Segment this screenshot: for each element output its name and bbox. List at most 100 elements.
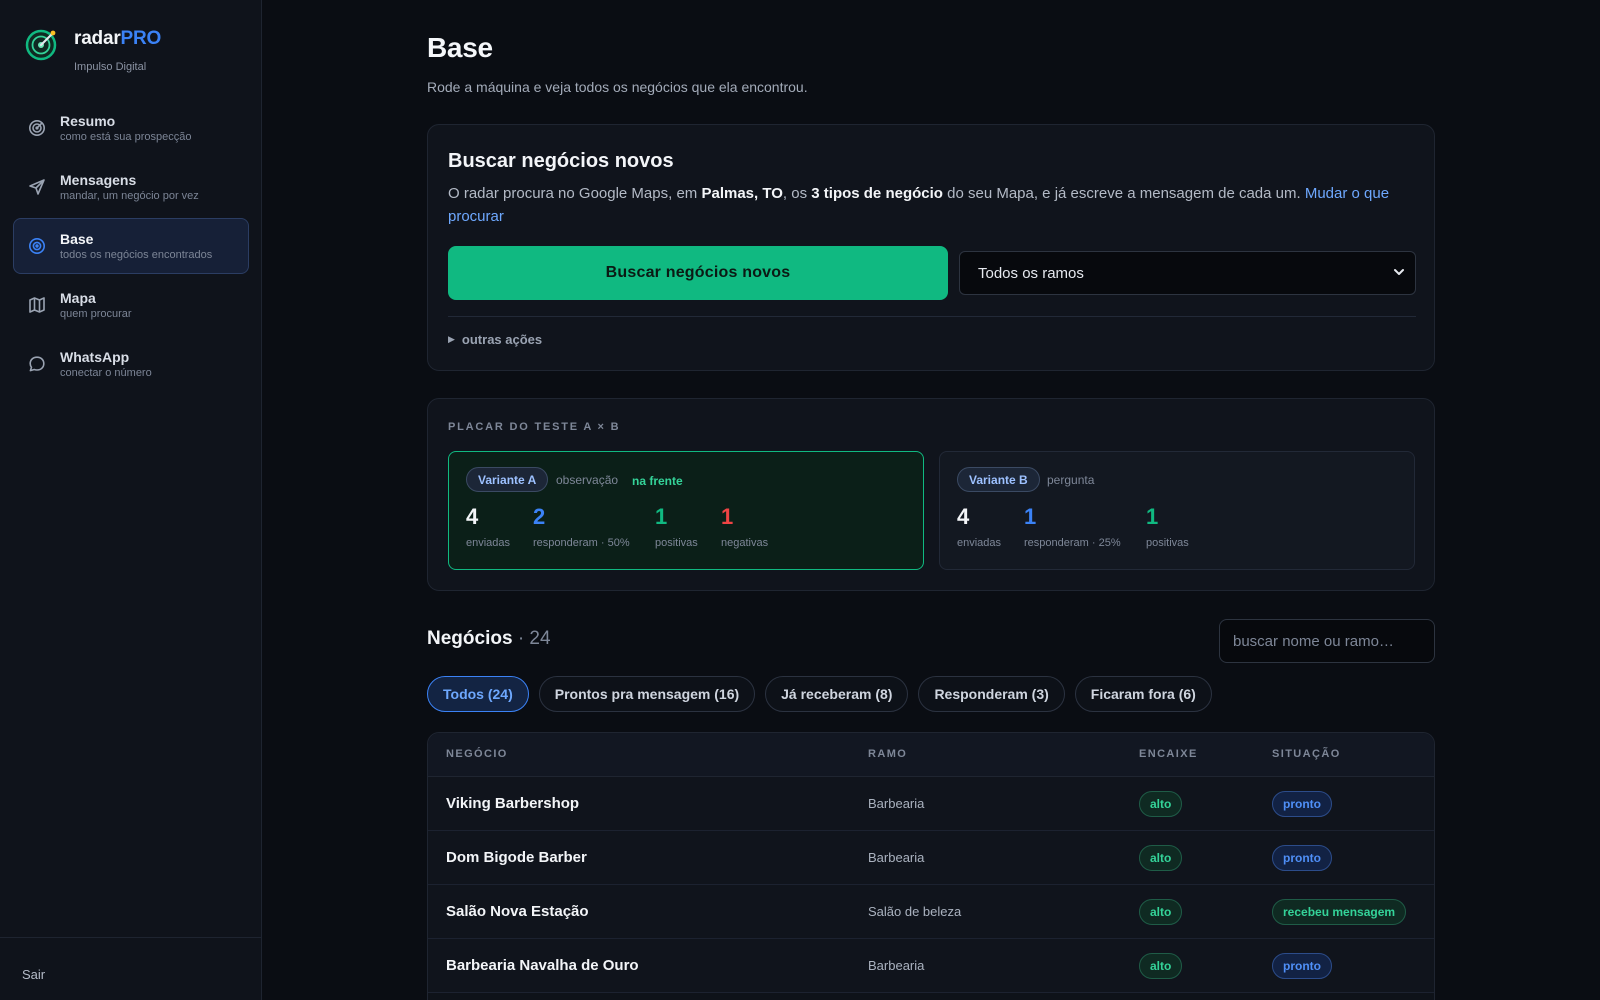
more-actions-label: outras ações <box>461 332 543 347</box>
sidebar-item-mensagens[interactable]: Mensagens mandar, um negócio por vez <box>13 159 249 215</box>
stat-negative: 1 negativas <box>721 504 768 549</box>
logout-link[interactable]: Sair <box>22 967 45 982</box>
sidebar-item-label: Resumo <box>60 113 116 129</box>
search-desc-part: , os <box>782 185 812 202</box>
brand-name-accent: PRO <box>120 28 162 49</box>
stat-replied: 1 responderam · 25% <box>1024 504 1121 549</box>
sidebar-footer: Sair <box>0 937 261 1000</box>
variant-b-badge: Variante B <box>957 467 1040 492</box>
business-name: Salão Nova Estação <box>446 903 589 920</box>
businesses-title: Negócios · 24 <box>427 628 551 650</box>
filter-tab-received[interactable]: Já receberam (8) <box>765 676 909 712</box>
stat-sent: 4 enviadas <box>957 504 1001 549</box>
fit-badge: alto <box>1139 953 1183 979</box>
stat-value: 1 <box>1024 504 1037 529</box>
filter-tab-excluded[interactable]: Ficaram fora (6) <box>1074 676 1212 712</box>
sidebar-item-resumo[interactable]: Resumo como está sua prospecção <box>13 100 249 156</box>
stat-positive: 1 positivas <box>1146 504 1189 549</box>
chevron-down-icon <box>1394 269 1404 275</box>
business-type: Barbearia <box>868 850 925 865</box>
brand[interactable]: radarPRO Impulso Digital <box>24 26 161 73</box>
target-icon <box>28 119 46 137</box>
status-badge: recebeu mensagem <box>1272 899 1407 925</box>
stat-value: 1 <box>721 504 734 529</box>
table-row[interactable]: Salão Nova Estação Salão de beleza alto … <box>428 885 1434 939</box>
stat-label: negativas <box>721 537 769 549</box>
sidebar-item-sub: quem procurar <box>60 308 132 320</box>
page-subtitle: Rode a máquina e veja todos os negócios … <box>427 79 808 95</box>
brand-subtitle: Impulso Digital <box>74 61 147 73</box>
business-type: Barbearia <box>868 958 925 973</box>
sidebar-item-label: WhatsApp <box>60 349 130 365</box>
stat-positive: 1 positivas <box>655 504 698 549</box>
business-type: Barbearia <box>868 796 925 811</box>
business-type-select[interactable]: Todos os ramos <box>959 251 1416 295</box>
variant-a-ahead-label: na frente <box>632 474 683 488</box>
businesses-table: NEGÓCIO RAMO ENCAIXE SITUAÇÃO Viking Bar… <box>427 732 1435 1000</box>
send-icon <box>28 178 46 196</box>
stat-value: 4 <box>466 504 479 529</box>
search-location: Palmas, TO <box>701 185 783 202</box>
map-icon <box>28 296 46 314</box>
stat-value: 2 <box>533 504 546 529</box>
sidebar-item-sub: como está sua prospecção <box>60 131 192 143</box>
radar-logo-icon <box>25 29 57 61</box>
sidebar-item-label: Mapa <box>60 290 96 306</box>
businesses-count: · 24 <box>517 628 551 649</box>
variant-a-type: observação <box>556 473 619 487</box>
radar-icon <box>28 237 46 255</box>
column-header: SITUAÇÃO <box>1272 748 1341 760</box>
sidebar-item-sub: mandar, um negócio por vez <box>60 190 199 202</box>
ab-test-card: PLACAR DO TESTE A × B Variante A observa… <box>427 398 1435 591</box>
business-name: Viking Barbershop <box>446 795 580 812</box>
stat-label: responderam · 50% <box>533 537 630 549</box>
stat-value: 1 <box>1146 504 1159 529</box>
column-header: NEGÓCIO <box>446 748 508 760</box>
search-new-businesses-button[interactable]: Buscar negócios novos <box>448 246 948 300</box>
triangle-right-icon: ▶ <box>448 334 455 344</box>
search-card-title: Buscar negócios novos <box>448 150 674 172</box>
search-desc-part: do seu Mapa, e já escreve a mensagem de … <box>942 185 1305 202</box>
stat-label: enviadas <box>466 537 511 549</box>
sidebar-item-sub: conectar o número <box>60 367 152 379</box>
sidebar: radarPRO Impulso Digital Resumo como est… <box>0 0 262 1000</box>
sidebar-item-base[interactable]: Base todos os negócios encontrados <box>13 218 249 274</box>
stat-label: positivas <box>1146 537 1189 549</box>
business-name: Dom Bigode Barber <box>446 849 587 866</box>
search-desc-part: O radar procura no Google Maps, em <box>448 185 702 202</box>
stat-value: 1 <box>655 504 668 529</box>
column-header: RAMO <box>868 748 908 760</box>
sidebar-item-mapa[interactable]: Mapa quem procurar <box>13 277 249 333</box>
stat-label: positivas <box>655 537 698 549</box>
brand-name-main: radar <box>74 28 121 49</box>
variant-a-panel: Variante A observação na frente 4 enviad… <box>448 451 924 570</box>
column-header: ENCAIXE <box>1139 748 1198 760</box>
variant-b-panel: Variante B pergunta 4 enviadas 1 respond… <box>939 451 1415 570</box>
table-row[interactable]: Barbearia Navalha de Ouro Barbearia alto… <box>428 939 1434 993</box>
sidebar-item-label: Mensagens <box>60 172 137 188</box>
filter-tab-replied[interactable]: Responderam (3) <box>918 676 1065 712</box>
table-row[interactable]: Viking Barbershop Barbearia alto pronto <box>428 777 1434 831</box>
more-actions-toggle[interactable]: ▶ outras ações <box>448 332 542 347</box>
chat-icon <box>28 355 46 373</box>
table-row[interactable]: Dom Bigode Barber Barbearia alto pronto <box>428 831 1434 885</box>
stat-value: 4 <box>957 504 970 529</box>
search-card: Buscar negócios novos O radar procura no… <box>427 124 1435 371</box>
filter-tab-ready[interactable]: Prontos pra mensagem (16) <box>538 676 756 712</box>
stat-sent: 4 enviadas <box>466 504 510 549</box>
filter-tab-all[interactable]: Todos (24) <box>427 676 529 712</box>
sidebar-item-whatsapp[interactable]: WhatsApp conectar o número <box>13 336 249 392</box>
status-badge: pronto <box>1272 791 1332 817</box>
search-types: 3 tipos de negócio <box>811 185 943 202</box>
page-title: Base <box>427 32 493 63</box>
sidebar-nav: Resumo como está sua prospecção Mensagen… <box>13 100 249 395</box>
sidebar-item-label: Base <box>60 231 94 247</box>
search-description: O radar procura no Google Maps, em Palma… <box>448 182 1398 228</box>
sidebar-item-sub: todos os negócios encontrados <box>60 249 213 261</box>
ab-test-title: PLACAR DO TESTE A × B <box>448 421 621 433</box>
status-badge: pronto <box>1272 953 1332 979</box>
stat-replied: 2 responderam · 50% <box>533 504 630 549</box>
table-header: NEGÓCIO RAMO ENCAIXE SITUAÇÃO <box>428 733 1434 777</box>
business-name: Barbearia Navalha de Ouro <box>446 957 639 974</box>
search-input[interactable] <box>1219 619 1435 663</box>
